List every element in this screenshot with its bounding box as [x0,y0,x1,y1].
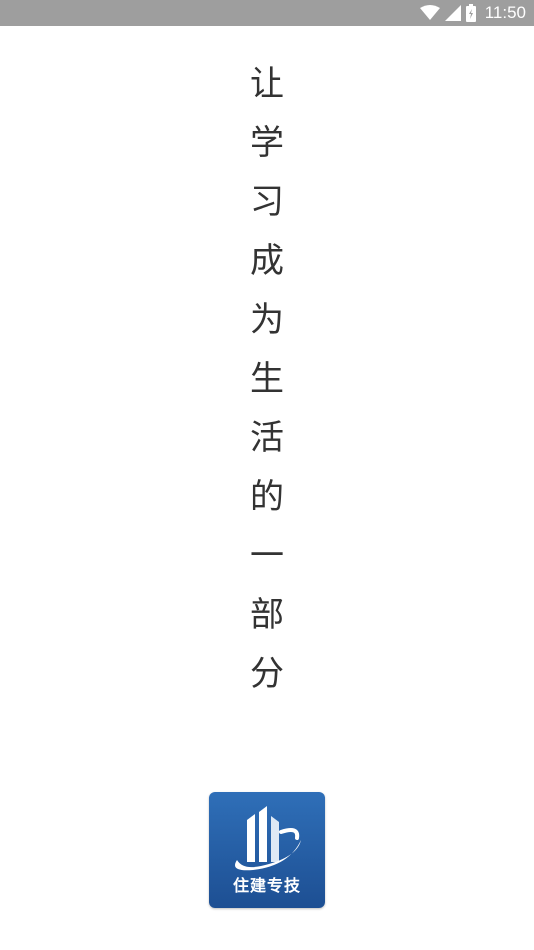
wifi-icon [419,5,440,21]
status-bar: 11:50 [0,0,534,26]
slogan-char: 习 [250,182,284,222]
slogan-char: 活 [250,418,284,458]
app-logo: 住建专技 [209,792,325,908]
slogan-char: 学 [250,123,284,163]
slogan-char: 让 [250,64,284,104]
slogan-char: 一 [250,536,284,576]
slogan-char: 分 [250,654,284,694]
signal-icon [444,5,461,21]
slogan-char: 生 [250,359,284,399]
battery-icon [465,4,476,22]
slogan-char: 的 [250,477,284,517]
slogan-vertical-text: 让 学 习 成 为 生 活 的 一 部 分 [0,60,534,709]
status-time: 11:50 [484,3,526,22]
logo-text: 住建专技 [232,876,301,895]
building-logo-icon [235,806,301,871]
slogan-char: 部 [250,595,284,635]
slogan-char: 为 [250,300,284,340]
slogan-char: 成 [250,241,284,281]
splash-screen: 11:50 让 学 习 成 为 生 活 的 一 部 分 住建专技 [0,0,534,950]
status-icons: 11:50 [419,0,526,26]
